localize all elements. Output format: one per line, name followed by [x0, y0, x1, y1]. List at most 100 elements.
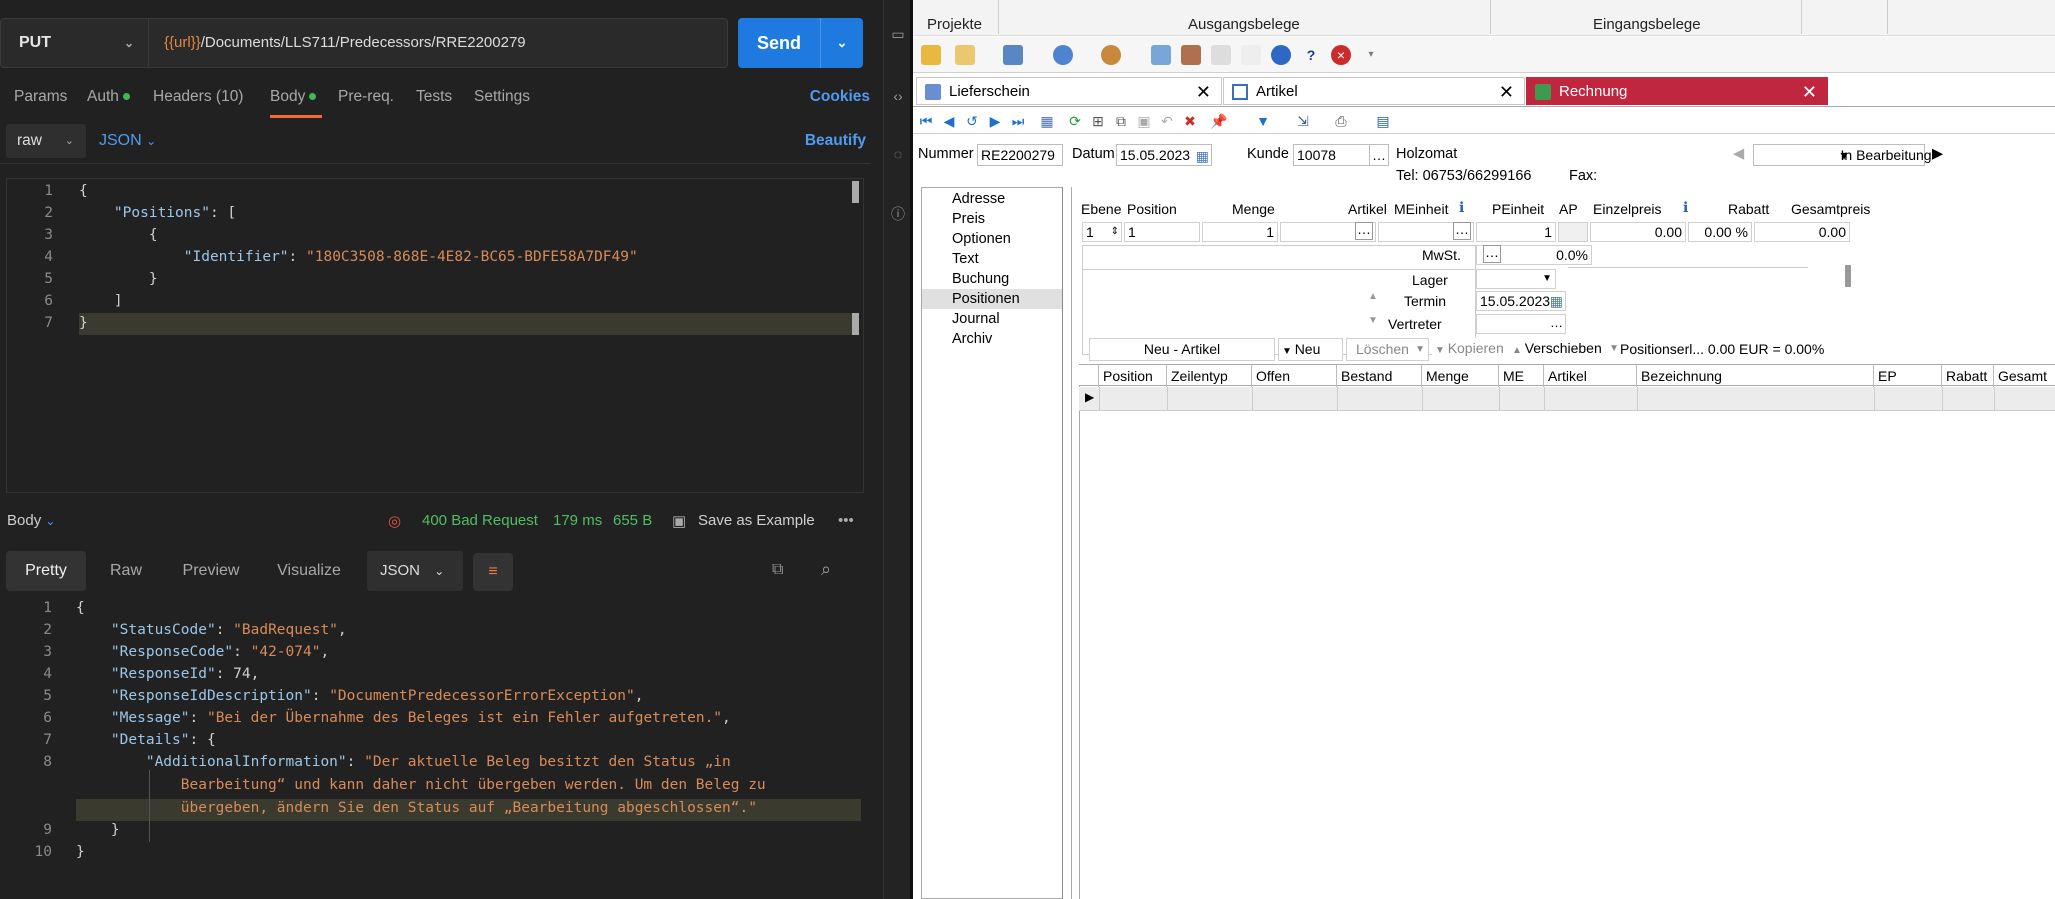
close-icon[interactable]: ✕ [1196, 78, 1211, 106]
rabatt-field[interactable]: 0.00 % [1688, 222, 1752, 242]
status-previous-icon[interactable]: ◀ [1733, 146, 1744, 162]
next-record-icon[interactable]: ▶ [985, 111, 1005, 131]
tab-params[interactable]: Params [14, 88, 67, 106]
wrap-lines-icon[interactable]: ≡ [473, 553, 513, 591]
scroll-up-icon[interactable]: ▲ [1368, 291, 1378, 302]
vertreter-field[interactable]: … [1476, 314, 1566, 334]
nummer-field[interactable]: RE2200279 [977, 144, 1063, 166]
first-record-icon[interactable]: ⏮ [916, 111, 936, 131]
verschieben-button[interactable]: ▲ Verschieben ▼ [1509, 338, 1619, 361]
pin-icon[interactable]: 📌 [1209, 111, 1229, 131]
einzelpreis-field[interactable]: 0.00 [1590, 222, 1686, 242]
tab-preview[interactable]: Preview [176, 551, 246, 591]
previous-record-icon[interactable]: ◀ [939, 111, 959, 131]
code-icon[interactable]: ‹› [890, 88, 906, 104]
artikel-field[interactable]: … [1280, 222, 1376, 242]
export-icon[interactable]: ⇲ [1293, 111, 1313, 131]
filter-icon[interactable]: ▼ [1253, 111, 1273, 131]
database-icon[interactable] [921, 45, 941, 65]
scroll-down-icon[interactable]: ▼ [1368, 315, 1378, 326]
sidenav-item-journal[interactable]: Journal [922, 309, 1062, 329]
tab-auth[interactable]: Auth [87, 88, 130, 106]
body-lang-select[interactable]: JSON ⌄ [99, 124, 156, 158]
sidenav-item-buchung[interactable]: Buchung [922, 269, 1062, 289]
gesamtpreis-field[interactable]: 0.00 [1754, 222, 1850, 242]
scrollbar-thumb[interactable] [1845, 265, 1851, 287]
grid-col-bestand[interactable]: Bestand [1337, 365, 1422, 387]
table-row[interactable]: ▶ [1079, 387, 2055, 411]
tab-pretty[interactable]: Pretty [6, 551, 86, 591]
calendar-icon[interactable]: ▦ [1196, 146, 1209, 166]
sidenav-item-archiv[interactable]: Archiv [922, 329, 1062, 349]
tab-raw[interactable]: Raw [101, 551, 151, 591]
tab-body[interactable]: Body [270, 88, 317, 106]
vertreter-lookup-button[interactable]: … [1550, 314, 1563, 332]
tab-settings[interactable]: Settings [474, 88, 530, 106]
termin-field[interactable]: 15.05.2023 ▦ [1476, 291, 1566, 311]
delete-icon[interactable]: ✖ [1180, 111, 1200, 131]
tab-visualize[interactable]: Visualize [269, 551, 349, 591]
tab-lieferschein[interactable]: Lieferschein ✕ [916, 77, 1222, 105]
search-icon[interactable]: ⌕ [821, 559, 831, 580]
grid-col-zeilentyp[interactable]: Zeilentyp [1167, 365, 1252, 387]
grid-col-ep[interactable]: EP [1874, 365, 1942, 387]
new-document-icon[interactable] [955, 45, 975, 65]
info-icon[interactable]: ℹ [1459, 199, 1464, 216]
body-mode-select[interactable]: raw ⌄ [6, 124, 86, 158]
grid-col-position[interactable]: Position [1099, 365, 1167, 387]
spinner-icon[interactable]: ⇕ [1111, 223, 1119, 241]
copy-record-icon[interactable]: ⧉ [1111, 111, 1131, 131]
tab-artikel[interactable]: Artikel ✕ [1223, 77, 1525, 105]
chevron-down-icon[interactable]: ⌄ [821, 18, 863, 68]
lightbulb-icon[interactable]: ◌ [890, 146, 906, 162]
grid-col-menge[interactable]: Menge [1422, 365, 1499, 387]
url-input[interactable]: {{url}}/Documents/LLS711/Predecessors/RR… [164, 19, 526, 67]
lager-select[interactable]: ▼ [1476, 269, 1556, 289]
request-body-editor[interactable]: 1 2 3 4 5 6 7 { "Positions": [ { "Identi… [6, 178, 864, 493]
mwst-field[interactable]: … 0.0% [1476, 245, 1592, 265]
close-icon[interactable]: ✕ [1499, 78, 1514, 106]
datum-field[interactable]: 15.05.2023 ▦ [1116, 144, 1212, 166]
neu-button[interactable]: ▼ Neu [1278, 338, 1343, 361]
cookies-link[interactable]: Cookies [810, 88, 870, 106]
send-button[interactable]: Send ⌄ [738, 18, 863, 68]
response-body-select[interactable]: Body ⌄ [7, 512, 55, 529]
copy-icon[interactable]: ⧉ [772, 561, 783, 579]
scrollbar-thumb[interactable] [852, 313, 859, 335]
structure-icon[interactable] [1003, 45, 1023, 65]
scrollbar[interactable] [852, 181, 859, 203]
users-icon[interactable] [1101, 45, 1121, 65]
sidenav-item-adresse[interactable]: Adresse [922, 189, 1062, 209]
undo-icon[interactable]: ↺ [962, 111, 982, 131]
globe-icon[interactable] [1271, 45, 1291, 65]
user-icon[interactable] [1053, 45, 1073, 65]
comment-icon[interactable]: ▭ [890, 26, 906, 42]
position-field[interactable]: 1 [1124, 222, 1200, 242]
grid-col-artikel[interactable]: Artikel [1544, 365, 1637, 387]
grid-col-me[interactable]: ME [1499, 365, 1544, 387]
info-icon[interactable]: ℹ [1683, 199, 1688, 216]
close-icon[interactable]: × [1331, 45, 1351, 65]
tab-rechnung[interactable]: Rechnung ✕ [1526, 77, 1828, 105]
peinheit-field[interactable]: 1 [1476, 222, 1556, 242]
kunde-field[interactable]: 10078 [1293, 144, 1371, 166]
kunde-lookup-button[interactable]: … [1369, 144, 1389, 166]
sidenav-item-positionen[interactable]: Positionen [922, 289, 1062, 309]
grid-col-offen[interactable]: Offen [1252, 365, 1337, 387]
sidenav-item-text[interactable]: Text [922, 249, 1062, 269]
mwst-lookup-button[interactable]: … [1483, 245, 1501, 263]
close-icon[interactable]: ✕ [1802, 78, 1817, 106]
last-record-icon[interactable]: ⏭ [1008, 111, 1028, 131]
meinheit-field[interactable]: … [1378, 222, 1474, 242]
meinheit-lookup-button[interactable]: … [1453, 222, 1471, 240]
tab-prereq[interactable]: Pre-req. [338, 88, 394, 106]
beautify-link[interactable]: Beautify [805, 124, 866, 158]
info-icon[interactable]: ⓘ [890, 206, 906, 222]
help-icon[interactable]: ? [1301, 45, 1321, 65]
sidenav-item-preis[interactable]: Preis [922, 209, 1062, 229]
refresh-icon[interactable]: ⟳ [1065, 111, 1085, 131]
ebene-field[interactable]: 1 ⇕ [1082, 222, 1122, 242]
tab-tests[interactable]: Tests [416, 88, 452, 106]
grid-icon[interactable]: ▦ [1037, 111, 1057, 131]
grid-col-rabatt[interactable]: Rabatt [1942, 365, 1994, 387]
